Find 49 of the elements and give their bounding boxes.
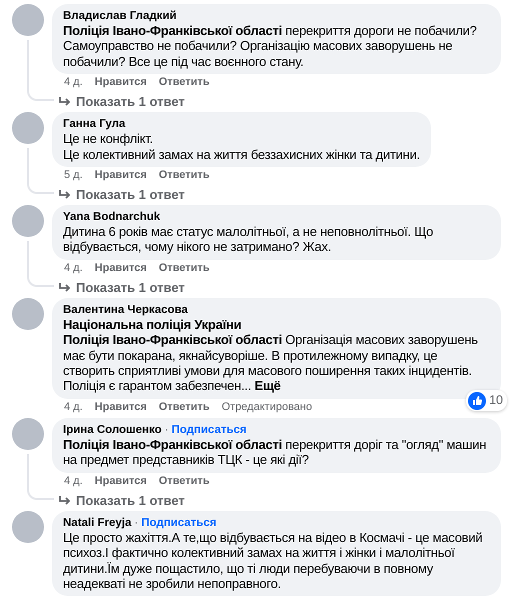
like-link[interactable]: Нравится: [94, 260, 147, 276]
show-replies-link[interactable]: Показать 1 ответ: [54, 183, 185, 204]
comment-time[interactable]: 5 д.: [64, 168, 83, 184]
like-link[interactable]: Нравится: [94, 168, 147, 184]
like-link[interactable]: Нравится: [94, 400, 147, 415]
author-name[interactable]: Валентина Черкасова: [63, 304, 188, 316]
show-replies-link[interactable]: Показать 1 ответ: [54, 488, 185, 509]
like-link[interactable]: Нравится: [94, 75, 147, 90]
reply-arrow-icon: [58, 96, 72, 108]
author-name[interactable]: Ірина Солошенко: [63, 424, 162, 436]
comment-text: Поліція Івано-Франківської області перекриття доріг та "огляд" машин на предмет представників ТЦК - це які дії?: [63, 436, 488, 468]
comment-text: Це колективний замах на життя беззахисних жінки та дитини.: [63, 146, 420, 162]
comment-text: Це не конфлікт.: [63, 131, 154, 147]
comment-time[interactable]: 4 д.: [64, 400, 83, 415]
separator-dot: ·: [164, 424, 168, 436]
reply-link[interactable]: Ответить: [158, 75, 210, 90]
reaction-count[interactable]: 10: [466, 390, 507, 411]
avatar-placeholder[interactable]: [12, 112, 44, 144]
follow-link[interactable]: Подписаться: [141, 516, 216, 529]
like-icon: [468, 392, 486, 410]
avatar-placeholder[interactable]: [12, 205, 44, 238]
avatar-placeholder[interactable]: [12, 510, 44, 543]
reply-link[interactable]: Ответить: [158, 260, 210, 276]
author-name[interactable]: Ганна Гула: [63, 118, 126, 130]
follow-link[interactable]: Подписаться: [171, 424, 247, 436]
author-name[interactable]: Владислав Гладкий: [63, 10, 177, 22]
avatar-placeholder[interactable]: [12, 418, 44, 450]
avatar-placeholder[interactable]: [12, 4, 44, 36]
comment-text: Дитина 6 років має статус малолітньої, а не неповнолітньої. Що відбувається, чому нікого не затримано? Жах.: [63, 224, 434, 255]
comment-time[interactable]: 4 д.: [64, 75, 83, 90]
comment-text: Це просто жахіття.А те,що відбувається на відео в Космачі - це масовий психоз.І фактично колективний замах на життя і жінки і малолітньої дитини.Їм дуже пощастило, що ті люди перебуваючи в повному неадекваті не зробили непоправного.: [63, 530, 484, 592]
comment-time[interactable]: 4 д.: [64, 474, 83, 489]
reply-arrow-icon: [58, 494, 72, 507]
avatar-placeholder[interactable]: [12, 298, 44, 330]
reply-arrow-icon: [58, 189, 72, 202]
comment-text: Поліція Івано-Франківської області перекриття дороги не побачили? Самоуправство не побачили? Організацію масових заворушень не побачили? Все це під час воєнного стану.: [63, 23, 478, 70]
show-replies-link[interactable]: Показать 1 ответ: [54, 276, 185, 296]
separator-dot: ·: [134, 516, 138, 529]
comment-time[interactable]: 4 д.: [64, 260, 83, 276]
author-name[interactable]: Natali Freyja: [63, 516, 132, 529]
show-replies-link[interactable]: Показать 1 ответ: [54, 90, 185, 110]
reply-link[interactable]: Ответить: [158, 474, 210, 489]
like-link[interactable]: Нравится: [94, 474, 147, 489]
reply-arrow-icon: [58, 282, 72, 294]
comment-text: Національна поліція України: [63, 316, 242, 332]
reply-link[interactable]: Ответить: [158, 168, 210, 184]
reply-link[interactable]: Ответить: [158, 400, 210, 415]
edited-label: Отредактировано: [222, 400, 312, 415]
author-name[interactable]: Yana Bodnarchuk: [63, 211, 160, 224]
